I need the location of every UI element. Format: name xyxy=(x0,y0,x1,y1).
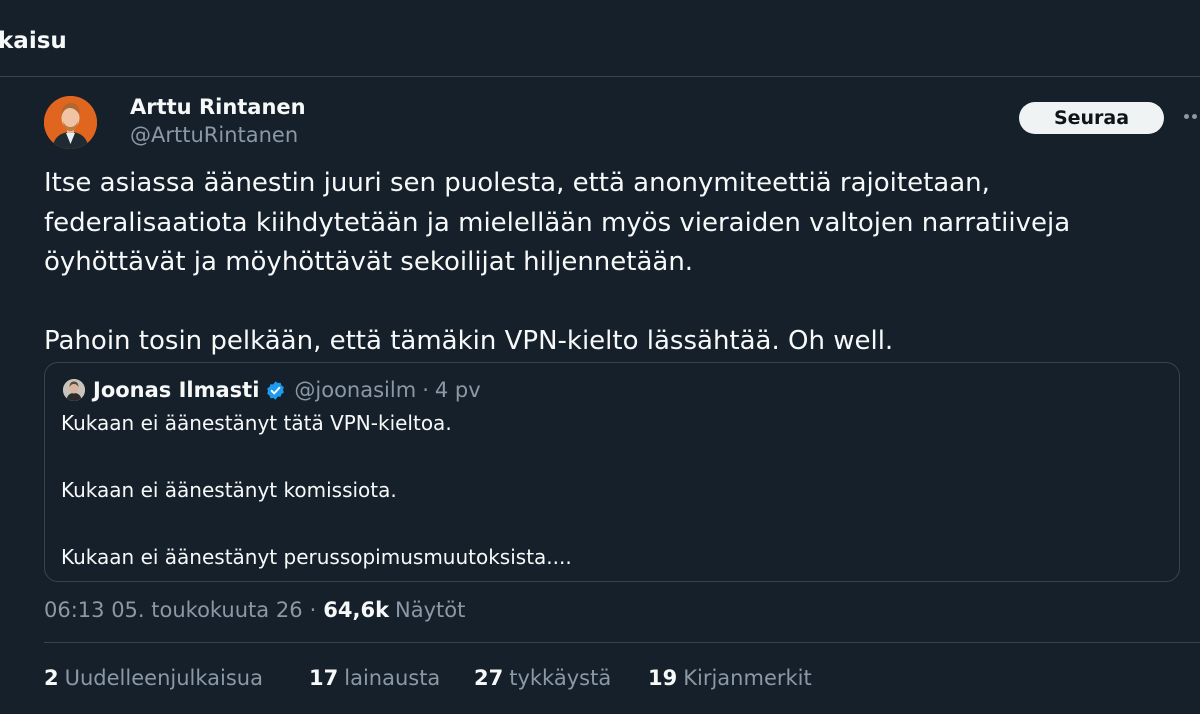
divider xyxy=(44,642,1200,643)
quote-author-handle[interactable]: @joonasilm xyxy=(294,375,416,405)
stat-quotes[interactable]: 17 lainausta xyxy=(309,663,440,693)
quoted-tweet-card[interactable]: Joonas Ilmasti @joonasilm · 4 pv Kukaan … xyxy=(44,362,1180,582)
quote-author-avatar[interactable] xyxy=(63,379,85,401)
bookmarks-label: Kirjanmerkit xyxy=(683,666,812,690)
more-options-icon[interactable] xyxy=(1182,100,1200,132)
tweet-meta: 06:13 05. toukokuuta 26 · 64,6k Näytöt xyxy=(44,595,465,625)
reposts-label: Uudelleenjulkaisua xyxy=(64,666,263,690)
page-title: kaisu xyxy=(0,28,67,54)
follow-button[interactable]: Seuraa xyxy=(1019,102,1164,134)
tweet-paragraph: Pahoin tosin pelkään, että tämäkin VPN-k… xyxy=(44,326,894,356)
page-header: kaisu xyxy=(0,0,1200,77)
verified-badge-icon xyxy=(267,380,285,400)
quote-line: Kukaan ei äänestänyt tätä VPN-kieltoa. xyxy=(61,411,452,435)
views-count: 64,6k xyxy=(323,598,390,622)
separator-dot: · xyxy=(422,378,429,402)
tweet-text: Itse asiassa äänestin juuri sen puolesta… xyxy=(44,164,1184,362)
quote-author-name[interactable]: Joonas Ilmasti xyxy=(93,375,259,405)
quote-header: Joonas Ilmasti @joonasilm · 4 pv xyxy=(93,375,481,405)
quote-timestamp[interactable]: 4 pv xyxy=(435,375,481,405)
stat-bookmarks[interactable]: 19 Kirjanmerkit xyxy=(648,663,812,693)
tweet-timestamp[interactable]: 06:13 05. toukokuuta 26 xyxy=(44,595,303,625)
quote-body: Kukaan ei äänestänyt tätä VPN-kieltoa. K… xyxy=(61,407,1161,575)
reposts-count: 2 xyxy=(44,666,59,690)
quote-line: Kukaan ei äänestänyt komissiota. xyxy=(61,478,397,502)
tweet-paragraph: Itse asiassa äänestin juuri sen puolesta… xyxy=(44,168,1071,277)
quotes-label: lainausta xyxy=(344,666,441,690)
author-avatar[interactable] xyxy=(44,96,97,149)
bookmarks-count: 19 xyxy=(648,666,678,690)
quote-line: Kukaan ei äänestänyt perussopimusmuutoks… xyxy=(61,545,572,569)
stat-reposts[interactable]: 2 Uudelleenjulkaisua xyxy=(44,663,263,693)
separator-dot: · xyxy=(309,598,317,622)
likes-label: tykkäystä xyxy=(509,666,612,690)
stat-likes[interactable]: 27 tykkäystä xyxy=(474,663,611,693)
author-name[interactable]: Arttu Rintanen xyxy=(130,93,306,121)
author-handle[interactable]: @ArttuRintanen xyxy=(130,121,298,149)
likes-count: 27 xyxy=(474,666,504,690)
views-label: Näytöt xyxy=(395,598,466,622)
quotes-count: 17 xyxy=(309,666,339,690)
